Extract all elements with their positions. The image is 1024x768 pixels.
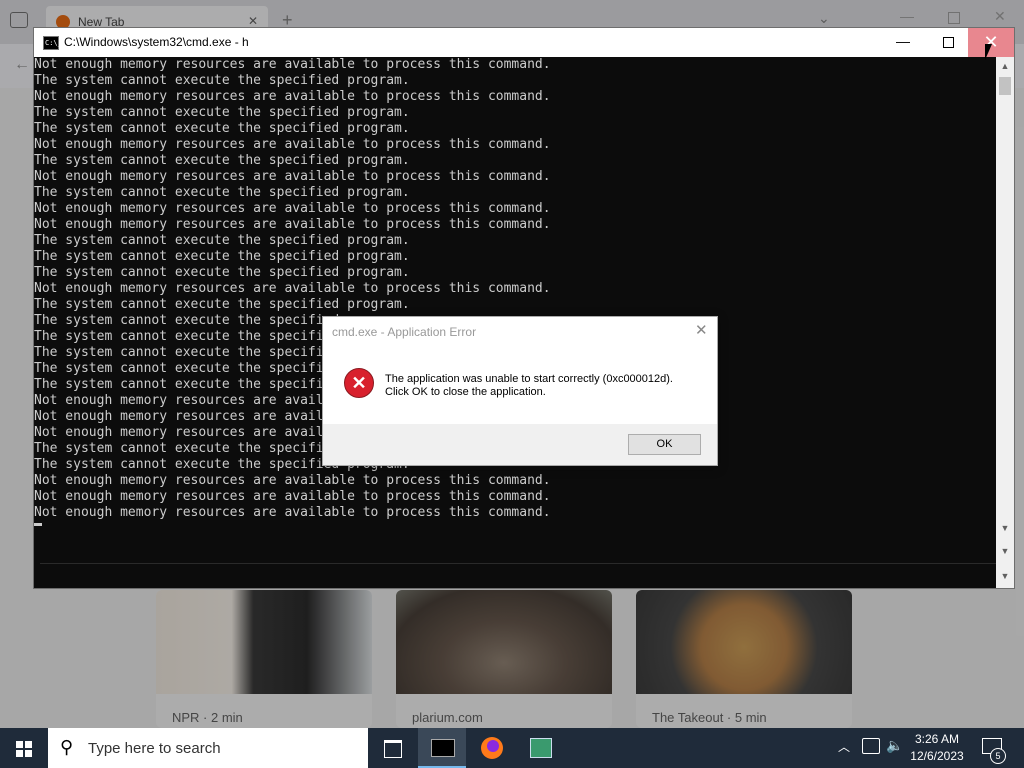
maximize-icon[interactable] [926, 28, 972, 57]
search-placeholder: Type here to search [88, 740, 221, 757]
console-line: The system cannot execute the specified … [34, 249, 410, 264]
scroll-down-icon[interactable]: ▼ [996, 562, 1014, 587]
start-button[interactable] [0, 728, 48, 768]
console-scrollbar[interactable]: ▲ ▼ [996, 57, 1014, 537]
console-line: The system cannot execute the specified … [34, 265, 410, 280]
console-line: Not enough memory resources are availabl… [34, 201, 551, 216]
ok-button[interactable]: OK [628, 434, 701, 455]
cmd-title-bar[interactable]: C:\_ C:\Windows\system32\cmd.exe - h — ✕ [34, 28, 1014, 57]
cmd-window: C:\_ C:\Windows\system32\cmd.exe - h — ✕… [33, 27, 1015, 589]
windows-logo-icon [25, 741, 32, 748]
error-dialog: cmd.exe - Application Error ✕ ✕ The appl… [322, 316, 718, 466]
search-icon: ⚲ [60, 737, 74, 757]
scroll-up-icon[interactable]: ▲ [996, 57, 1014, 75]
console-line: The system cannot execute the specified … [34, 121, 410, 136]
dialog-close-icon[interactable]: ✕ [695, 321, 708, 339]
dialog-message-line: The application was unable to start corr… [385, 373, 673, 385]
volume-muted-icon[interactable]: 🔈 [886, 737, 903, 754]
dialog-title: cmd.exe - Application Error [332, 325, 477, 339]
console-line: Not enough memory resources are availabl… [34, 473, 551, 488]
scroll-down-icon[interactable]: ▼ [996, 519, 1014, 537]
console-lower-pane: ▼ ▼ [34, 537, 1014, 588]
task-view-icon [384, 740, 402, 758]
console-line: Not enough memory resources are availabl… [34, 89, 551, 104]
scroll-down-icon[interactable]: ▼ [996, 537, 1014, 562]
cmd-icon [431, 739, 455, 757]
console-line: Not enough memory resources are availabl… [34, 281, 551, 296]
clock-time: 3:26 AM [914, 732, 960, 746]
scroll-thumb[interactable] [999, 77, 1011, 95]
notification-count: 5 [990, 748, 1006, 764]
windows-logo-icon [16, 750, 23, 757]
dialog-message: The application was unable to start corr… [385, 373, 673, 399]
taskbar-firefox-button[interactable] [468, 728, 516, 768]
task-view-button[interactable] [368, 728, 416, 768]
error-icon: ✕ [344, 368, 374, 398]
mouse-pointer-icon [985, 44, 997, 60]
console-line: The system cannot execute the specified … [34, 185, 410, 200]
console-line: Not enough memory resources are availabl… [34, 137, 551, 152]
console-line: The system cannot execute the specified … [34, 233, 410, 248]
taskbar-search-box[interactable]: ⚲ Type here to search [48, 728, 368, 768]
console-line: Not enough memory resources are availabl… [34, 505, 551, 520]
taskbar-cmd-button[interactable] [418, 728, 466, 768]
show-hidden-icons-icon[interactable]: ︿ [838, 738, 850, 755]
cmd-app-icon: C:\_ [43, 36, 62, 50]
windows-logo-icon [16, 741, 23, 748]
cmd-window-title: C:\Windows\system32\cmd.exe - h [64, 35, 249, 49]
system-clock[interactable]: 3:26 AM 12/6/2023 [902, 731, 972, 765]
taskbar-app-button[interactable] [516, 728, 564, 768]
lower-scrollbar[interactable]: ▼ ▼ [996, 537, 1014, 588]
console-cursor [34, 523, 42, 526]
dialog-footer: OK [323, 424, 717, 465]
console-line: Not enough memory resources are availabl… [34, 489, 551, 504]
console-line: Not enough memory resources are availabl… [34, 217, 551, 232]
minimize-icon[interactable]: — [880, 28, 926, 57]
console-line: The system cannot execute the specified … [34, 105, 410, 120]
console-line: Not enough memory resources are availabl… [34, 169, 551, 184]
windows-logo-icon [25, 750, 32, 757]
taskbar: ⚲ Type here to search ︿ 🔈 3:26 AM 12/6/2… [0, 728, 1024, 768]
console-line: The system cannot execute the specified … [34, 297, 410, 312]
network-icon[interactable] [862, 738, 880, 754]
clock-date: 12/6/2023 [910, 749, 964, 763]
app-icon [530, 738, 552, 758]
dialog-message-line: Click OK to close the application. [385, 386, 546, 398]
console-line: Not enough memory resources are availabl… [34, 57, 551, 72]
pane-divider [40, 563, 996, 564]
console-line: The system cannot execute the specified … [34, 153, 410, 168]
console-line: The system cannot execute the specified … [34, 73, 410, 88]
